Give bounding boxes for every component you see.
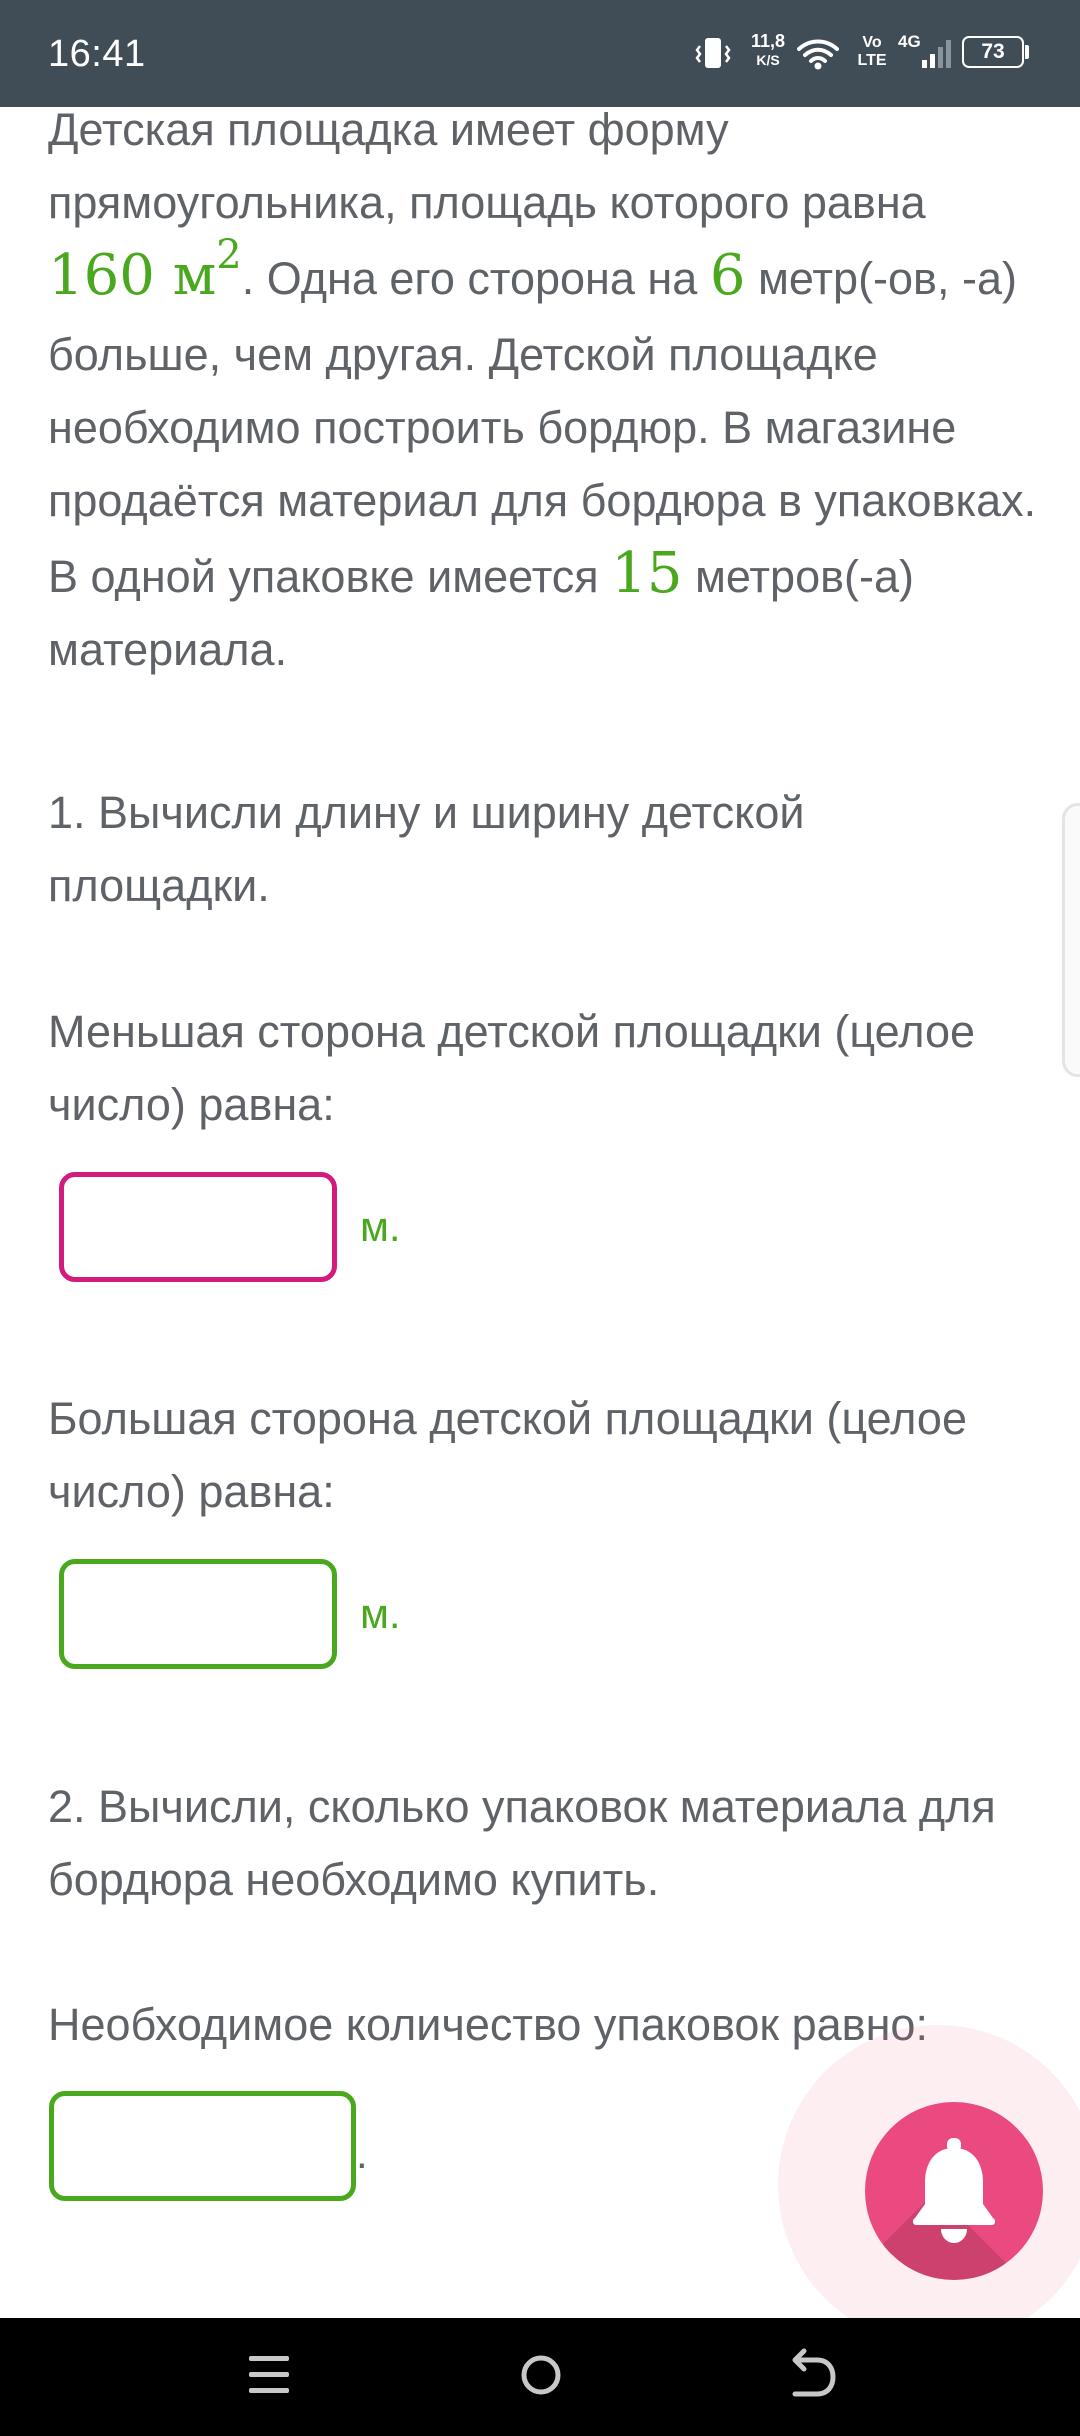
larger-side-input[interactable] [59,1559,337,1669]
smaller-side-input[interactable] [59,1172,337,1282]
smaller-side-unit: м. [360,1203,401,1250]
signal-icon [922,40,951,68]
wifi-icon [797,39,839,70]
problem-statement: Детская площадка имеет форму прямоугольн… [48,93,1038,686]
larger-side-label: Большая сторона детской площадки (целое … [48,1393,967,1517]
edge-panel-handle[interactable] [1062,803,1080,1077]
bell-icon [913,2138,995,2243]
notification-button[interactable] [865,2102,1043,2280]
network-speed: 11,8 K/S [750,31,786,69]
status-bar: 16:41 11,8 K/S Vo LTE 4G 73 [0,0,1080,107]
volte-indicator: Vo LTE [857,34,887,69]
status-time: 16:41 [48,33,146,75]
back-nav-icon[interactable] [787,2348,837,2402]
area-value: 160 м2 [48,232,242,308]
vibrate-icon [695,38,731,68]
battery-tip [1025,45,1029,59]
pack-length-value: 15 [611,541,683,606]
difference-value: 6 [709,243,746,308]
problem-text-part: Детская площадка имеет форму прямоугольн… [48,104,926,228]
packs-count-suffix: . [356,2130,368,2177]
home-nav-icon[interactable] [517,2350,565,2400]
problem-text-part: . Одна его сторона на [241,253,710,304]
area-exponent: 2 [216,232,242,278]
packs-count-input[interactable] [49,2091,356,2201]
battery-icon: 73 [962,36,1024,68]
task-content: Детская площадка имеет форму прямоугольн… [0,0,1080,2318]
menu-nav-icon[interactable] [245,2350,293,2400]
network-type: 4G [898,32,921,51]
task-1-text: 1. Вычисли длину и ширину детской площад… [48,787,805,911]
larger-side-unit: м. [360,1590,401,1637]
smaller-side-label: Меньшая сторона детской площадки (целое … [48,1006,976,1130]
screen: Детская площадка имеет форму прямоугольн… [0,0,1080,2436]
task-2-text: 2. Вычисли, сколько упаковок материала д… [48,1781,996,1905]
